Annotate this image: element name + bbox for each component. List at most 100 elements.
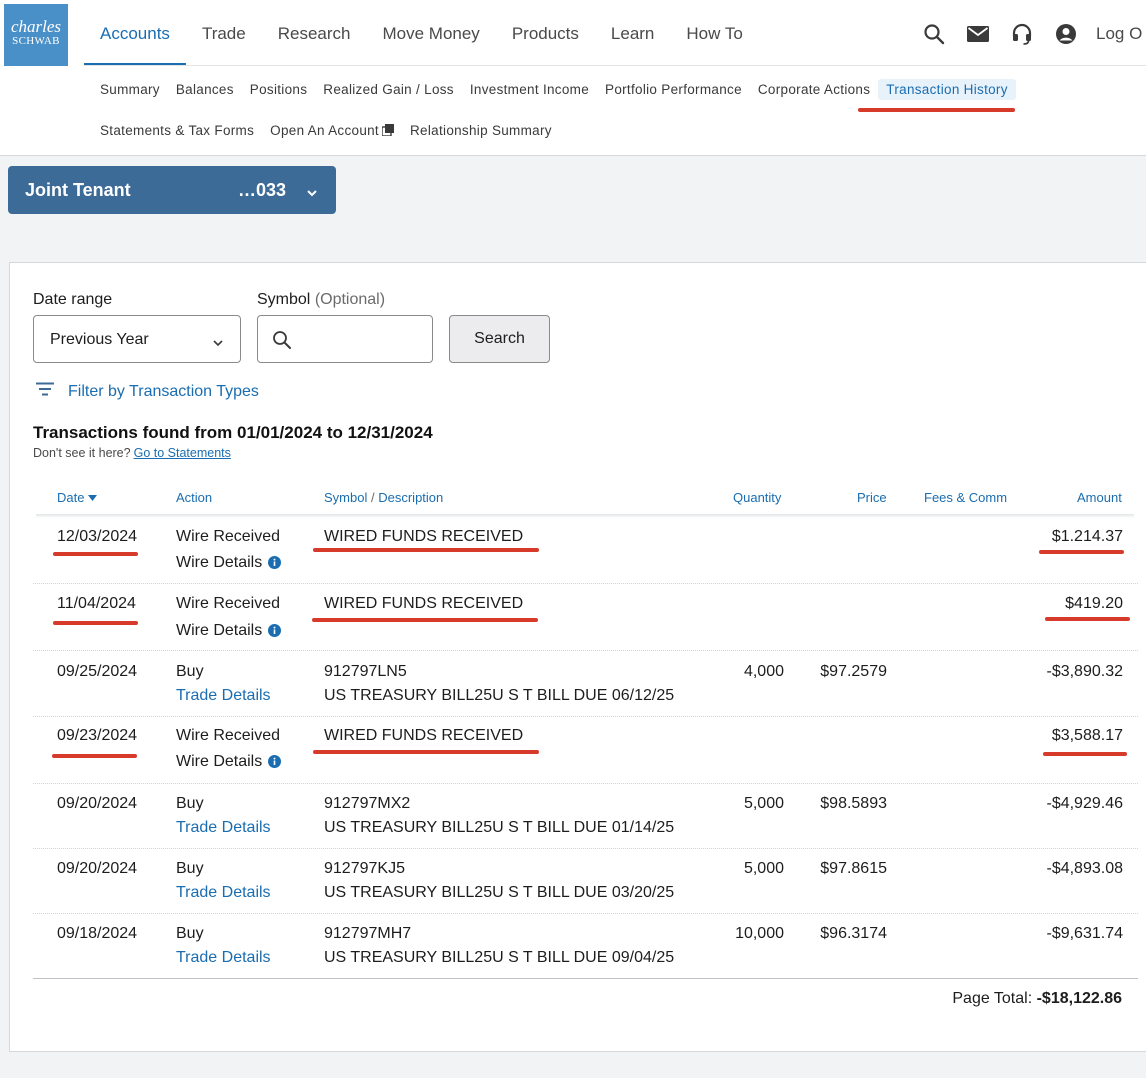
page-total-label: Page Total: [952, 990, 1033, 1007]
info-icon[interactable] [268, 556, 282, 574]
go-to-statements-link[interactable]: Go to Statements [134, 446, 231, 460]
subnav-relationship-summary[interactable]: Relationship Summary [402, 120, 560, 142]
subnav-statements-tax-forms[interactable]: Statements & Tax Forms [92, 120, 262, 142]
external-window-icon [381, 124, 394, 139]
wire-details-label: Wire Details [176, 554, 263, 571]
wire-details-link[interactable]: Wire Details [176, 622, 282, 642]
row-symbol: WIRED FUNDS RECEIVED [324, 595, 524, 612]
annotation-underline-date [53, 621, 138, 625]
date-range-label: Date range [33, 291, 113, 308]
info-icon[interactable] [268, 624, 282, 642]
row-price: $97.2579 [820, 663, 887, 680]
nav-move-money[interactable]: Move Money [366, 0, 495, 66]
row-amount: $1.214.37 [1051, 528, 1123, 545]
subnav-open-an-account[interactable]: Open An Account [262, 120, 402, 142]
nav-research[interactable]: Research [262, 0, 367, 66]
headset-support-icon[interactable] [1006, 20, 1038, 48]
row-action: Buy [176, 860, 204, 877]
row-symbol: WIRED FUNDS RECEIVED [324, 727, 524, 744]
subnav-balances[interactable]: Balances [168, 79, 242, 100]
filter-by-transaction-types[interactable]: Filter by Transaction Types [36, 382, 259, 401]
trade-details-link[interactable]: Trade Details [176, 884, 271, 902]
table-row: 12/03/2024 Wire Received Wire Details WI… [33, 518, 1138, 584]
nav-divider [84, 65, 1146, 66]
subnav-realized-gain-loss[interactable]: Realized Gain / Loss [315, 79, 462, 100]
trade-details-link[interactable]: Trade Details [176, 949, 271, 967]
dont-see-it-label: Don't see it here? [33, 446, 131, 460]
date-range-select[interactable]: Previous Year [33, 315, 241, 363]
nav-accounts[interactable]: Accounts [84, 0, 186, 66]
header-utilities: Log O [918, 20, 1142, 48]
row-action: Wire Received [176, 528, 281, 545]
search-icon[interactable] [918, 20, 950, 48]
trade-details-link[interactable]: Trade Details [176, 687, 271, 705]
schwab-logo[interactable]: charles SCHWAB [4, 4, 68, 66]
page-total-value: -$18,122.86 [1036, 990, 1122, 1007]
table-row: 09/20/2024 Buy Trade Details 912797MX2 U… [33, 784, 1138, 849]
row-action: Wire Received [176, 595, 281, 612]
column-header-fees-comm[interactable]: Fees & Comm [924, 490, 1007, 505]
symbol-input[interactable] [302, 324, 422, 354]
date-range-value: Previous Year [50, 331, 149, 348]
column-header-symbol-description[interactable]: Symbol / Description [324, 490, 443, 505]
wire-details-link[interactable]: Wire Details [176, 753, 282, 773]
main-nav: Accounts Trade Research Move Money Produ… [84, 0, 759, 66]
row-description: US TREASURY BILL25U S T BILL DUE 03/20/2… [324, 884, 675, 901]
logout-link[interactable]: Log O [1096, 24, 1142, 44]
column-header-quantity[interactable]: Quantity [733, 490, 781, 505]
row-amount: $419.20 [1065, 595, 1123, 612]
subnav-summary[interactable]: Summary [92, 79, 168, 100]
column-header-amount[interactable]: Amount [1077, 490, 1122, 505]
logo-line1: charles [10, 17, 62, 36]
transactions-found-heading: Transactions found from 01/01/2024 to 12… [33, 423, 433, 442]
row-price: $97.8615 [820, 860, 887, 877]
account-selector[interactable]: Joint Tenant …033 [8, 166, 336, 214]
row-date: 09/20/2024 [57, 860, 138, 877]
row-quantity: 5,000 [743, 795, 784, 812]
row-action: Wire Received [176, 727, 281, 744]
page-total-divider [33, 978, 1138, 979]
subnav-corporate-actions[interactable]: Corporate Actions [750, 79, 878, 100]
row-date: 09/23/2024 [57, 727, 138, 744]
row-amount: -$9,631.74 [1046, 925, 1123, 942]
column-header-date[interactable]: Date [57, 490, 98, 505]
row-date: 09/18/2024 [57, 925, 138, 942]
nav-trade[interactable]: Trade [186, 0, 262, 66]
symbol-search-field[interactable] [257, 315, 433, 363]
sub-nav-row-2: Statements & Tax Forms Open An Account R… [92, 120, 560, 142]
column-header-price[interactable]: Price [857, 490, 887, 505]
annotation-underline-date [52, 754, 137, 758]
nav-how-to[interactable]: How To [670, 0, 758, 66]
info-icon[interactable] [268, 755, 282, 773]
row-quantity: 4,000 [743, 663, 784, 680]
trade-details-link[interactable]: Trade Details [176, 819, 271, 837]
row-description: US TREASURY BILL25U S T BILL DUE 06/12/2… [324, 687, 675, 704]
dont-see-it-text: Don't see it here? Go to Statements [33, 446, 231, 460]
annotation-underline-amount [1039, 550, 1124, 554]
user-profile-icon[interactable] [1050, 20, 1082, 48]
row-amount: -$4,929.46 [1046, 795, 1123, 812]
row-action: Buy [176, 663, 204, 680]
subnav-investment-income[interactable]: Investment Income [462, 79, 597, 100]
row-amount: -$4,893.08 [1046, 860, 1123, 877]
row-date: 12/03/2024 [57, 528, 138, 545]
subnav-transaction-history[interactable]: Transaction History [878, 79, 1016, 100]
annotation-underline-symbol [313, 750, 539, 754]
subnav-positions[interactable]: Positions [242, 79, 315, 100]
page-total: Page Total: -$18,122.86 [952, 990, 1122, 1008]
annotation-underline-tab [858, 108, 1015, 112]
mail-icon[interactable] [962, 20, 994, 48]
account-number: …033 [238, 180, 287, 200]
search-button[interactable]: Search [449, 315, 550, 363]
column-header-action[interactable]: Action [176, 490, 212, 505]
column-header-description: Description [378, 490, 444, 505]
annotation-underline-symbol [312, 618, 538, 622]
nav-learn[interactable]: Learn [595, 0, 670, 66]
subnav-portfolio-performance[interactable]: Portfolio Performance [597, 79, 750, 100]
column-header-separator: / [370, 490, 375, 505]
table-row: 09/20/2024 Buy Trade Details 912797KJ5 U… [33, 849, 1138, 914]
annotation-underline-amount [1045, 617, 1130, 621]
nav-products[interactable]: Products [496, 0, 595, 66]
wire-details-link[interactable]: Wire Details [176, 554, 282, 574]
row-price: $98.5893 [820, 795, 887, 812]
